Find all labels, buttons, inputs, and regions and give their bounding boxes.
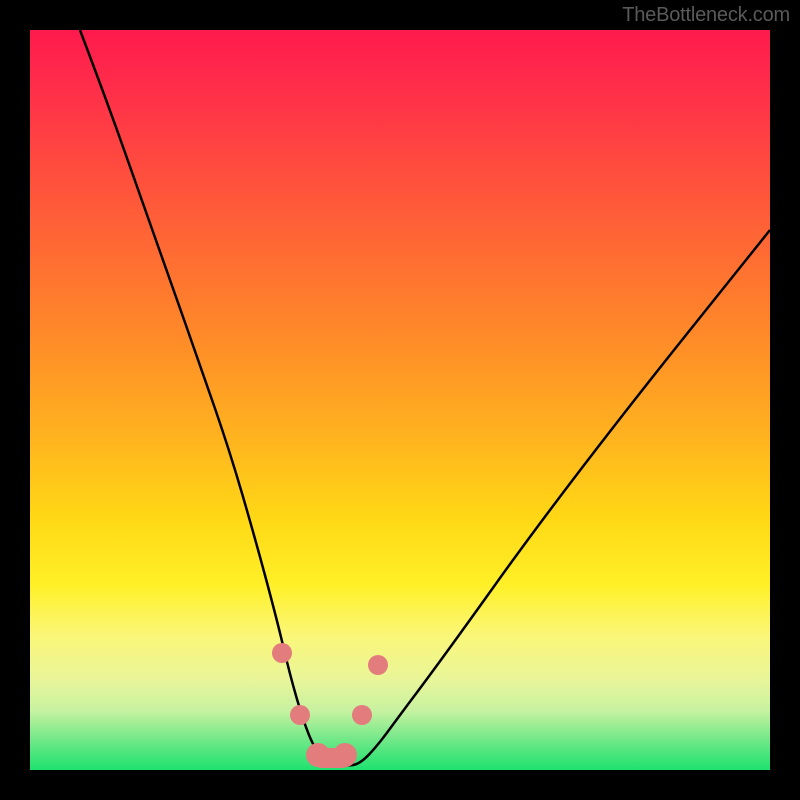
chart-plot-area xyxy=(30,30,770,770)
left-cap-bottom xyxy=(290,705,310,725)
left-cap-top xyxy=(272,643,292,663)
right-cap-bottom xyxy=(352,705,372,725)
trough-right xyxy=(333,743,357,767)
marker-layer xyxy=(272,643,388,768)
bottleneck-curve xyxy=(80,30,770,766)
chart-svg xyxy=(30,30,770,770)
watermark-text: TheBottleneck.com xyxy=(622,4,790,27)
right-cap-top xyxy=(368,655,388,675)
chart-frame: TheBottleneck.com xyxy=(0,0,800,800)
trough-left xyxy=(306,743,330,767)
